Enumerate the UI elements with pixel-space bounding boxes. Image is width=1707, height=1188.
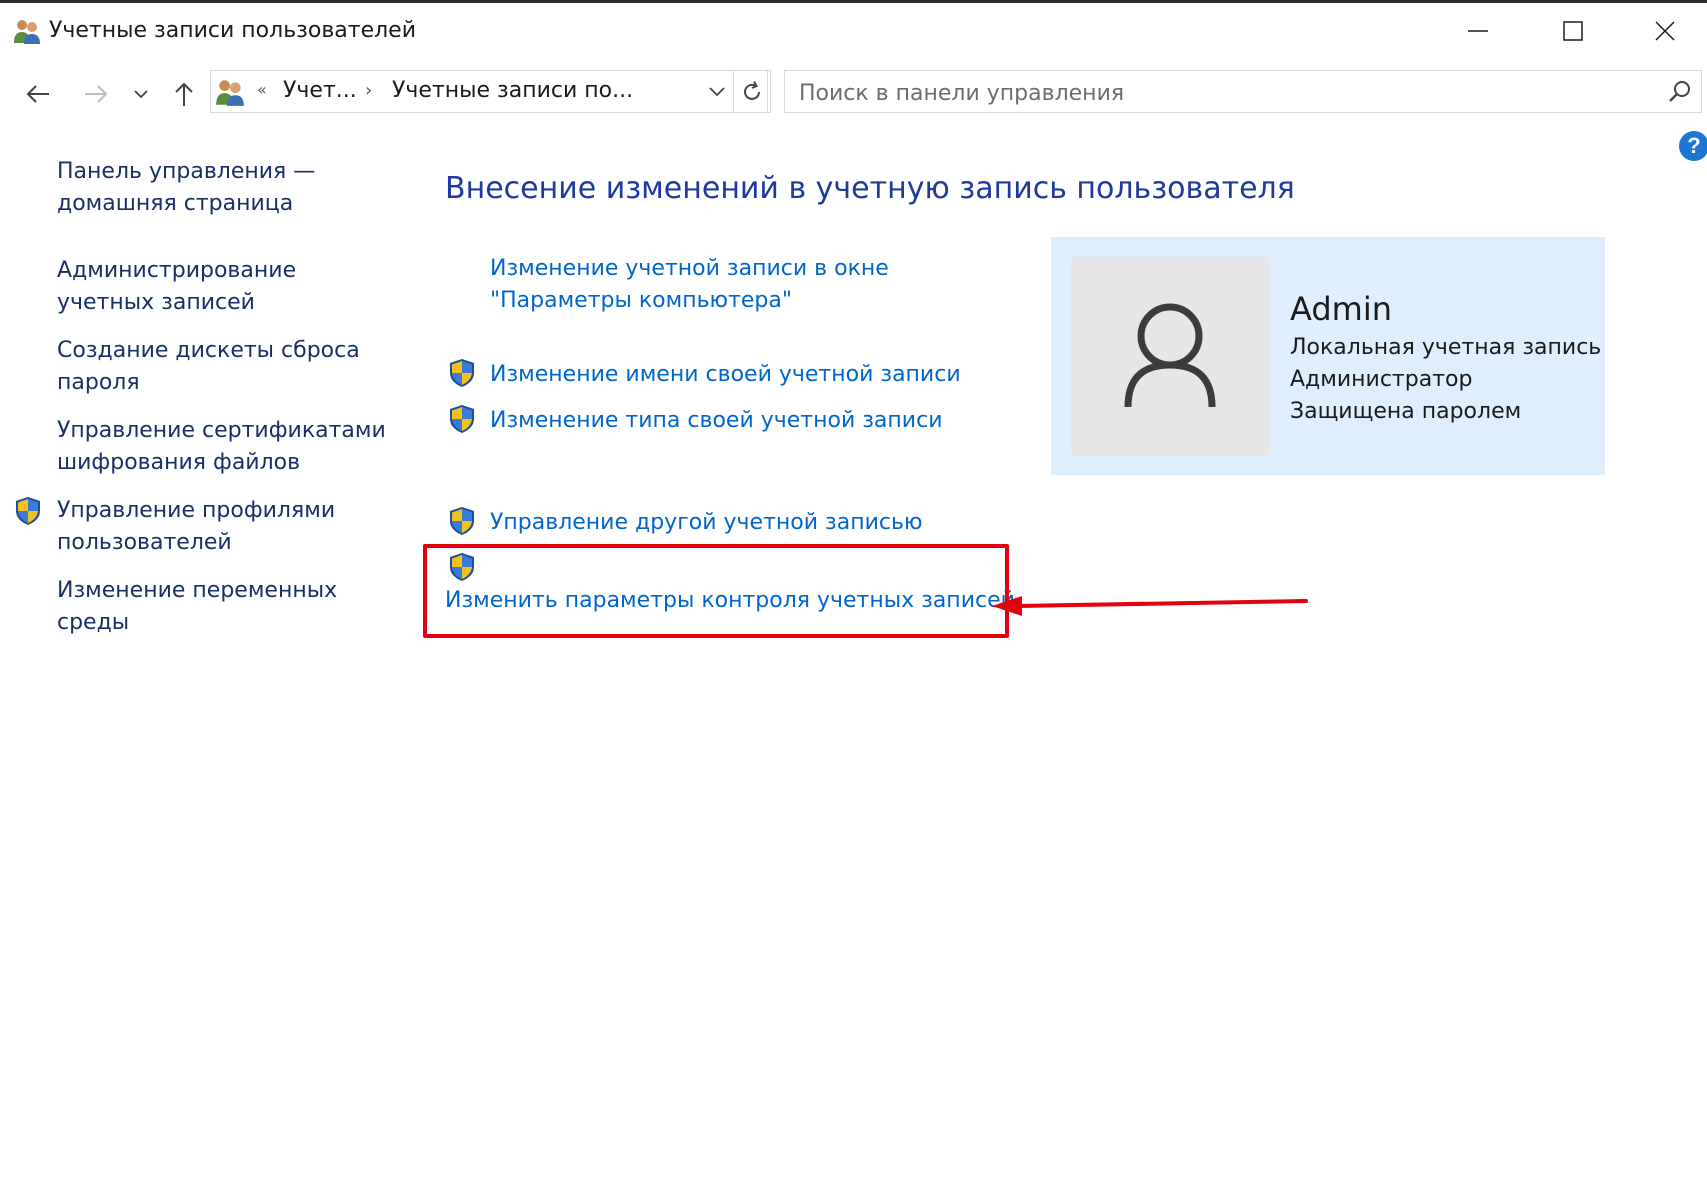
recent-locations-button[interactable] [126, 74, 156, 114]
user-avatar-icon [1124, 303, 1216, 408]
sidebar-item-encryption-certificates[interactable]: Управление сертификатами шифрования файл… [57, 415, 397, 479]
back-button[interactable] [20, 74, 56, 114]
uac-shield-icon [450, 359, 474, 387]
password-status: Защищена паролем [1290, 399, 1522, 424]
uac-shield-icon [16, 497, 40, 525]
window-top-border [0, 0, 1707, 3]
search-input[interactable] [797, 77, 1641, 109]
page-title: Внесение изменений в учетную запись поль… [445, 171, 1295, 206]
refresh-icon [744, 80, 760, 100]
sidebar-item-manage-accounts[interactable]: Администрирование учетных записей [57, 255, 397, 319]
uac-shield-icon [450, 507, 474, 535]
address-overflow-button[interactable]: « [257, 80, 267, 99]
close-button[interactable] [1630, 8, 1700, 54]
arrow-left-icon [26, 85, 49, 103]
change-account-type-link[interactable]: Изменение типа своей учетной записи [490, 405, 943, 437]
minimize-icon [1468, 30, 1488, 32]
refresh-button[interactable] [733, 70, 771, 113]
sidebar-item-control-panel-home[interactable]: Панель управления — домашняя страница [57, 156, 397, 220]
maximize-icon [1563, 21, 1583, 41]
users-icon [14, 20, 40, 44]
manage-another-account-link[interactable]: Управление другой учетной записью [490, 507, 922, 539]
breadcrumb-segment[interactable]: Учетные записи по... [392, 78, 633, 103]
annotation-arrow [992, 596, 1308, 616]
forward-button[interactable] [78, 74, 114, 114]
uac-shield-icon [450, 405, 474, 433]
arrow-right-icon [85, 85, 108, 103]
help-icon[interactable]: ? [1679, 131, 1707, 161]
close-icon [1655, 21, 1675, 41]
sidebar-item-environment-variables[interactable]: Изменение переменных среды [57, 575, 397, 639]
address-dropdown-button[interactable] [702, 74, 732, 110]
avatar [1071, 257, 1269, 455]
account-role: Администратор [1290, 367, 1473, 392]
sidebar-item-password-reset-disk[interactable]: Создание дискеты сброса пароля [57, 335, 397, 399]
search-icon[interactable] [1667, 79, 1693, 105]
users-icon [216, 80, 244, 106]
annotation-highlight-box [423, 544, 1009, 638]
minimize-button[interactable] [1443, 8, 1513, 54]
sidebar-item-user-profiles[interactable]: Управление профилями пользователей [57, 495, 397, 559]
breadcrumb-segment[interactable]: Учет... [283, 78, 357, 103]
pc-settings-account-link[interactable]: Изменение учетной записи в окне "Парамет… [490, 253, 920, 317]
search-box[interactable] [784, 70, 1702, 113]
arrow-up-icon [175, 82, 193, 106]
user-name: Admin [1290, 290, 1392, 328]
chevron-down-icon [709, 87, 725, 97]
maximize-button[interactable] [1538, 8, 1608, 54]
up-button[interactable] [166, 74, 202, 114]
breadcrumb-separator[interactable]: › [365, 80, 372, 101]
change-account-name-link[interactable]: Изменение имени своей учетной записи [490, 359, 961, 391]
account-type: Локальная учетная запись [1290, 335, 1602, 360]
window-title: Учетные записи пользователей [49, 18, 417, 43]
chevron-down-icon [134, 90, 148, 99]
